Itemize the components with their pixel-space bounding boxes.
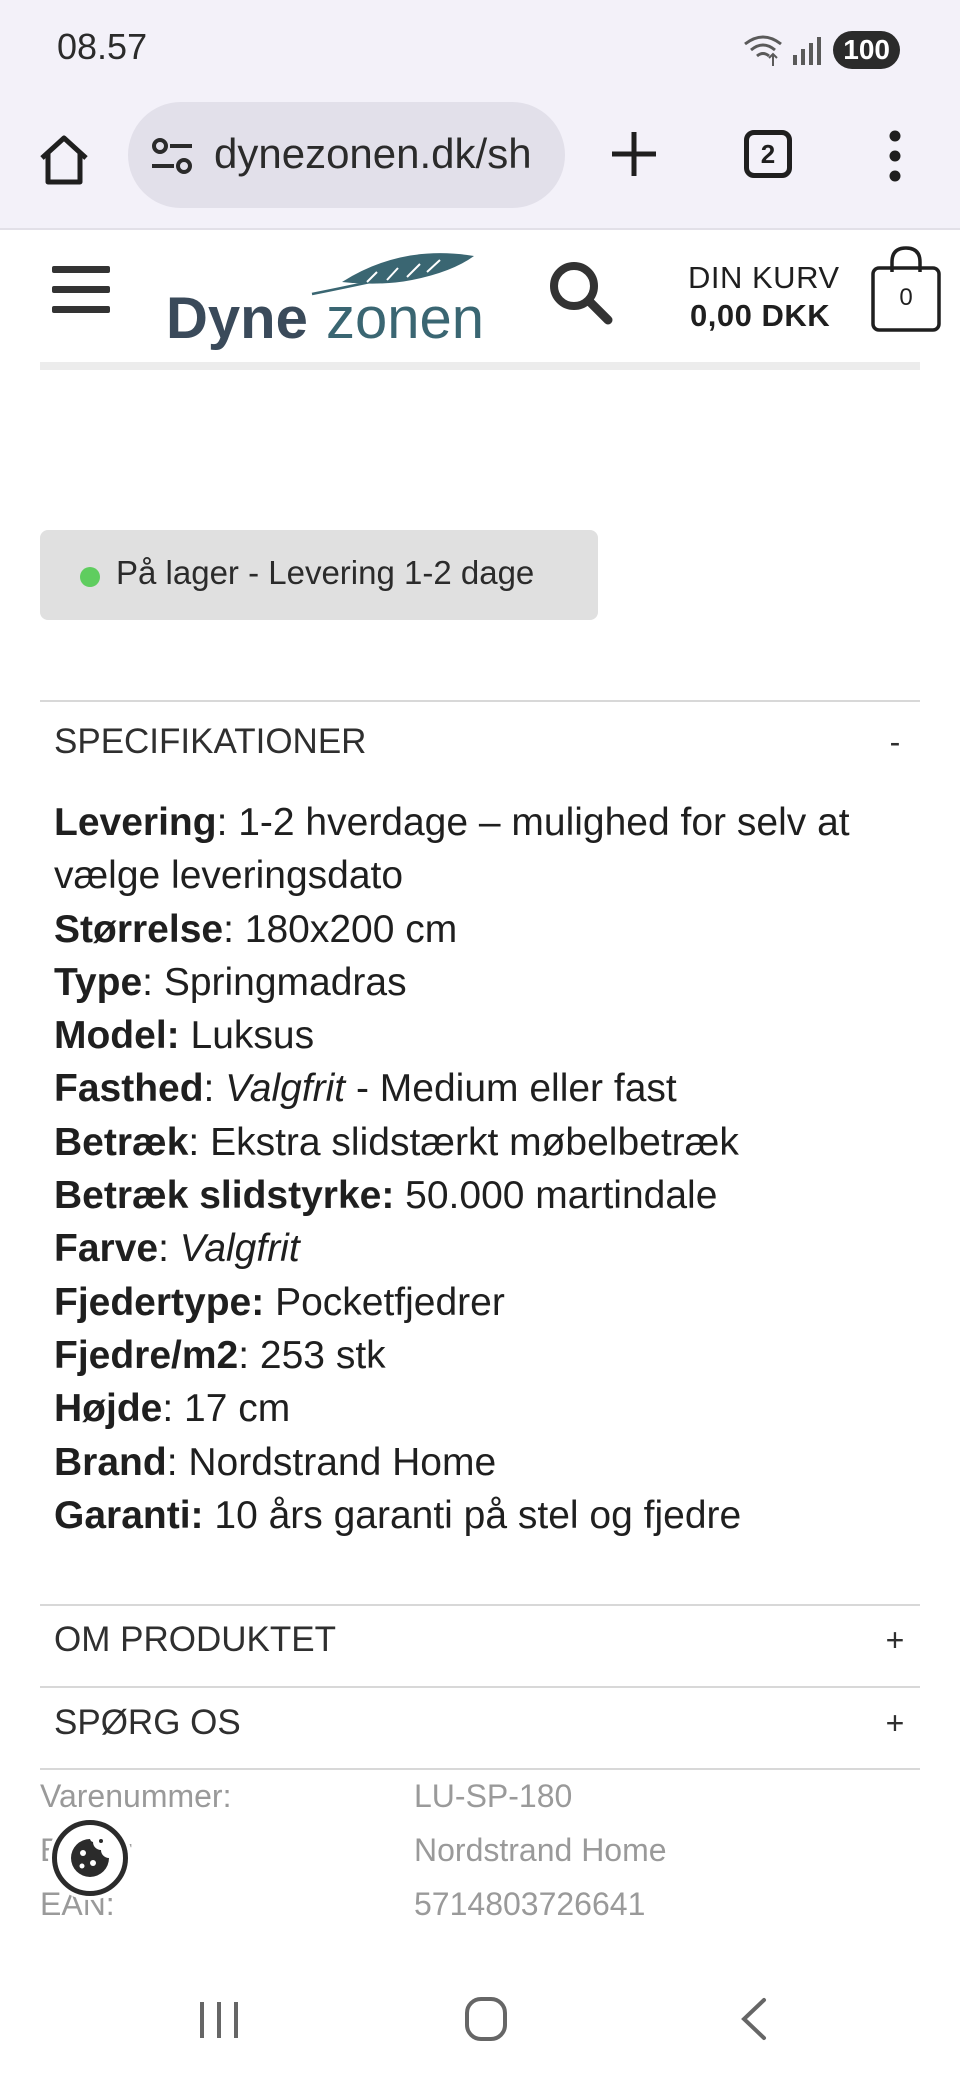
accordion-divider xyxy=(40,1686,920,1688)
stock-status-text: På lager - Levering 1-2 dage xyxy=(116,554,535,591)
spec-row: Levering: 1-2 hverdage – mulighed for se… xyxy=(54,801,850,898)
spec-row: Størrelse: 180x200 cm xyxy=(54,907,458,951)
spec-row: Garanti: 10 års garanti på stel og fjedr… xyxy=(54,1493,742,1537)
hamburger-menu-icon[interactable] xyxy=(52,264,112,316)
meta-value: 5714803726641 xyxy=(414,1886,646,1922)
expand-toggle[interactable]: + xyxy=(880,1622,910,1659)
spec-row: Fjedertype: Pocketfjedrer xyxy=(54,1280,505,1324)
accordion-divider xyxy=(40,700,920,702)
cookie-icon xyxy=(71,1839,109,1877)
signal-icon xyxy=(793,37,822,65)
spec-row: Betræk slidstyrke: 50.000 martindale xyxy=(54,1174,718,1218)
new-tab-icon[interactable] xyxy=(606,126,662,182)
spec-row: Type: Springmadras xyxy=(54,960,407,1004)
meta-label: Varenummer: xyxy=(40,1778,232,1814)
recent-apps-icon[interactable] xyxy=(196,1998,242,2042)
spec-row: Farve: Valgfrit xyxy=(54,1227,300,1271)
accordion-title: OM PRODUKTET xyxy=(54,1620,336,1659)
cart-label[interactable]: DIN KURV xyxy=(688,260,840,296)
logo-text-zonen: zonen xyxy=(326,286,482,351)
meta-value: LU-SP-180 xyxy=(414,1778,573,1814)
in-stock-dot-icon xyxy=(80,567,100,587)
back-icon[interactable] xyxy=(738,1996,768,2042)
tab-switcher-button[interactable]: 2 xyxy=(744,130,792,178)
spec-row: Højde: 17 cm xyxy=(54,1387,291,1431)
spec-row: Brand: Nordstrand Home xyxy=(54,1440,497,1484)
wifi-icon xyxy=(744,35,783,66)
spec-row: Model: Luksus xyxy=(54,1014,315,1058)
system-navigation-bar xyxy=(0,1960,960,2080)
cookie-settings-button[interactable] xyxy=(52,1820,128,1896)
meta-value: Nordstrand Home xyxy=(414,1832,667,1868)
home-icon[interactable] xyxy=(34,130,94,190)
search-icon[interactable] xyxy=(546,258,614,326)
spec-row: Fasthed: Valgfrit - Medium eller fast xyxy=(54,1067,677,1111)
stock-status-badge: På lager - Levering 1-2 dage xyxy=(40,530,598,620)
cart-count: 0 xyxy=(899,284,913,311)
spec-row: Fjedre/m2: 253 stk xyxy=(54,1333,386,1377)
url-text: dynezonen.dk/sh xyxy=(214,130,532,177)
more-options-icon[interactable] xyxy=(880,128,910,184)
accordion-title: SPØRG OS xyxy=(54,1703,241,1742)
status-bar: 08.57 100 xyxy=(0,0,960,100)
home-nav-icon[interactable] xyxy=(464,1996,508,2042)
collapse-toggle[interactable]: - xyxy=(880,724,910,761)
battery-indicator: 100 xyxy=(833,31,900,69)
status-time: 08.57 xyxy=(57,26,148,67)
expand-toggle[interactable]: + xyxy=(880,1705,910,1742)
site-header: Dyne zonen DIN KURV 0,00 DKK 0 xyxy=(0,232,960,368)
cart-total[interactable]: 0,00 DKK xyxy=(690,298,830,334)
specifications-list: Levering: 1-2 hverdage – mulighed for se… xyxy=(54,796,924,1542)
site-settings-icon[interactable] xyxy=(150,136,194,176)
browser-toolbar: dynezonen.dk/sh 2 xyxy=(0,100,960,230)
accordion-divider xyxy=(40,1768,920,1770)
spec-row: Betræk: Ekstra slidstærkt møbelbetræk xyxy=(54,1120,739,1164)
logo-text-dyne: Dyne xyxy=(166,286,308,351)
address-bar[interactable]: dynezonen.dk/sh xyxy=(128,102,565,208)
dynezonen-logo[interactable]: Dyne zonen xyxy=(162,242,482,352)
status-icons: 100 xyxy=(743,28,900,72)
header-divider xyxy=(40,362,920,370)
accordion-title: SPECIFIKATIONER xyxy=(54,722,367,761)
accordion-divider xyxy=(40,1604,920,1606)
